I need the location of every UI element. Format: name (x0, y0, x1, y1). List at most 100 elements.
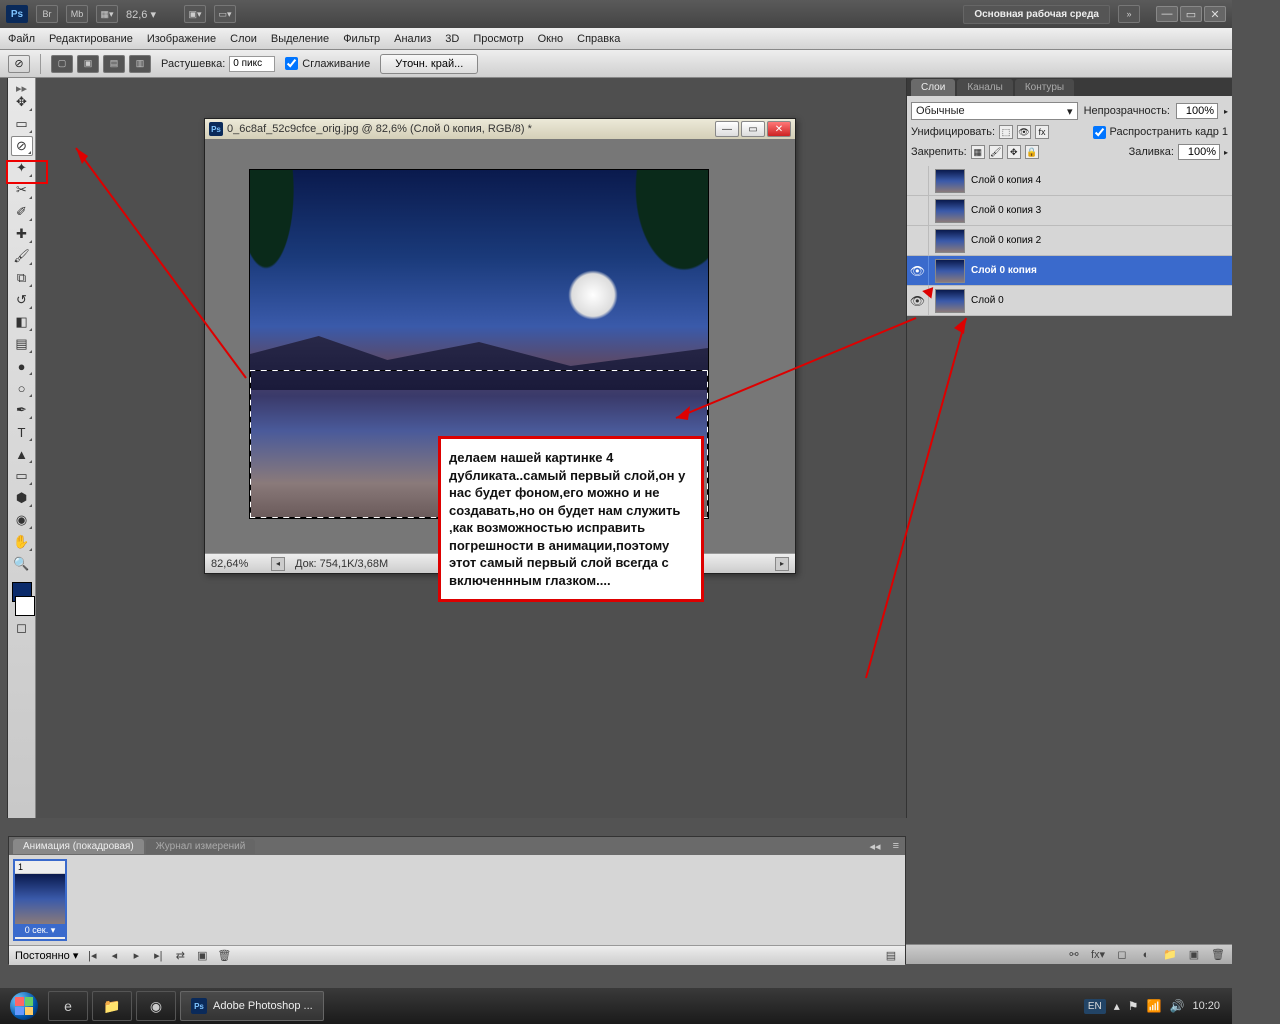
menu-view[interactable]: Просмотр (473, 33, 523, 45)
prev-frame-button[interactable]: ◂ (106, 949, 122, 963)
delete-frame-button[interactable]: 🗑 (216, 949, 232, 963)
layer-visibility-toggle[interactable] (907, 226, 929, 255)
taskbar-app-photoshop[interactable]: Ps Adobe Photoshop ... (180, 991, 324, 1021)
selection-add-button[interactable]: ▣ (77, 55, 99, 73)
selection-new-button[interactable]: ▢ (51, 55, 73, 73)
first-frame-button[interactable]: |◂ (84, 949, 100, 963)
layer-style-icon[interactable]: fx▾ (1090, 948, 1106, 962)
menu-layer[interactable]: Слои (230, 33, 257, 45)
background-color[interactable] (15, 596, 35, 616)
tab-layers[interactable]: Слои (911, 79, 955, 96)
arrange-documents-button[interactable]: ▣▾ (184, 5, 206, 23)
menu-select[interactable]: Выделение (271, 33, 329, 45)
blur-tool[interactable]: ● (11, 356, 33, 376)
type-tool[interactable]: T (11, 422, 33, 442)
propagate-checkbox[interactable] (1093, 126, 1106, 139)
taskbar-ie-icon[interactable]: e (48, 991, 88, 1021)
menu-window[interactable]: Окно (538, 33, 564, 45)
selection-intersect-button[interactable]: ▥ (129, 55, 151, 73)
tab-paths[interactable]: Контуры (1015, 79, 1074, 96)
active-tool-icon[interactable]: ⊘ (8, 55, 30, 73)
3d-camera-tool[interactable]: ◉ (11, 510, 33, 530)
blend-mode-select[interactable]: Обычные▾ (911, 102, 1078, 120)
eraser-tool[interactable]: ◧ (11, 312, 33, 332)
path-select-tool[interactable]: ▲ (11, 444, 33, 464)
tab-channels[interactable]: Каналы (957, 79, 1013, 96)
layer-name[interactable]: Слой 0 копия 2 (971, 235, 1041, 246)
antialias-checkbox[interactable] (285, 57, 298, 70)
doc-minimize-button[interactable]: — (715, 121, 739, 137)
animation-frame[interactable]: 1 0 сек. ▾ (13, 859, 67, 941)
layer-group-icon[interactable]: 📁 (1162, 948, 1178, 962)
tray-clock[interactable]: 10:20 (1192, 1000, 1220, 1012)
lock-transparency-icon[interactable]: ▦ (971, 145, 985, 159)
layer-mask-icon[interactable]: ◻ (1114, 948, 1130, 962)
convert-timeline-button[interactable]: ▤ (883, 949, 899, 963)
unify-visibility-icon[interactable]: 👁 (1017, 125, 1031, 139)
lasso-tool[interactable]: ⊘ (11, 136, 33, 156)
fill-input[interactable] (1178, 144, 1220, 160)
scroll-left-icon[interactable]: ◂ (271, 557, 285, 571)
view-extras-button[interactable]: ▦▾ (96, 5, 118, 23)
stamp-tool[interactable]: ⧉ (11, 268, 33, 288)
minimize-button[interactable]: — (1156, 6, 1178, 22)
brush-tool[interactable]: 🖌 (11, 246, 33, 266)
layer-name[interactable]: Слой 0 копия 3 (971, 205, 1041, 216)
lock-all-icon[interactable]: 🔒 (1025, 145, 1039, 159)
bridge-button[interactable]: Br (36, 5, 58, 23)
layer-row[interactable]: Слой 0 копия 3 (907, 196, 1232, 226)
taskbar-chrome-icon[interactable]: ◉ (136, 991, 176, 1021)
menu-file[interactable]: Файл (8, 33, 35, 45)
healing-tool[interactable]: ✚ (11, 224, 33, 244)
next-frame-button[interactable]: ▸| (150, 949, 166, 963)
menu-3d[interactable]: 3D (445, 33, 459, 45)
minibridge-button[interactable]: Mb (66, 5, 88, 23)
delete-layer-icon[interactable]: 🗑 (1210, 948, 1226, 962)
menu-image[interactable]: Изображение (147, 33, 216, 45)
3d-tool[interactable]: ⬢ (11, 488, 33, 508)
maximize-button[interactable]: ▭ (1180, 6, 1202, 22)
gradient-tool[interactable]: ▤ (11, 334, 33, 354)
shape-tool[interactable]: ▭ (11, 466, 33, 486)
tab-animation[interactable]: Анимация (покадровая) (13, 839, 144, 854)
marquee-tool[interactable]: ▭ (11, 114, 33, 134)
status-zoom[interactable]: 82,64% (211, 558, 261, 570)
new-layer-icon[interactable]: ▣ (1186, 948, 1202, 962)
panel-collapse-icon[interactable]: ◂◂ (864, 840, 887, 853)
language-indicator[interactable]: EN (1084, 999, 1106, 1014)
start-button[interactable] (4, 990, 44, 1022)
layer-thumbnail[interactable] (935, 199, 965, 223)
feather-input[interactable] (229, 56, 275, 72)
duplicate-frame-button[interactable]: ▣ (194, 949, 210, 963)
layer-thumbnail[interactable] (935, 229, 965, 253)
workspace-expand-button[interactable]: » (1118, 5, 1140, 23)
tray-flag-icon[interactable]: ⚑ (1128, 999, 1139, 1013)
pen-tool[interactable]: ✒ (11, 400, 33, 420)
dodge-tool[interactable]: ○ (11, 378, 33, 398)
layer-visibility-toggle[interactable] (907, 196, 929, 225)
close-button[interactable]: ✕ (1204, 6, 1226, 22)
unify-position-icon[interactable]: ⬚ (999, 125, 1013, 139)
lock-position-icon[interactable]: ✥ (1007, 145, 1021, 159)
layer-visibility-toggle[interactable] (907, 166, 929, 195)
unify-style-icon[interactable]: fx (1035, 125, 1049, 139)
link-layers-icon[interactable]: ⚯ (1066, 948, 1082, 962)
menu-help[interactable]: Справка (577, 33, 620, 45)
history-brush-tool[interactable]: ↺ (11, 290, 33, 310)
layer-visibility-toggle[interactable]: 👁 (907, 256, 929, 285)
move-tool[interactable]: ✥ (11, 92, 33, 112)
tween-button[interactable]: ⇄ (172, 949, 188, 963)
selection-subtract-button[interactable]: ▤ (103, 55, 125, 73)
tray-volume-icon[interactable]: 🔊 (1170, 999, 1185, 1013)
layer-row[interactable]: Слой 0 копия 4 (907, 166, 1232, 196)
menu-filter[interactable]: Фильтр (343, 33, 380, 45)
eyedropper-tool[interactable]: ✐ (11, 202, 33, 222)
screen-mode-button[interactable]: ▭▾ (214, 5, 236, 23)
opacity-input[interactable] (1176, 103, 1218, 119)
doc-close-button[interactable]: ✕ (767, 121, 791, 137)
layer-thumbnail[interactable] (935, 169, 965, 193)
layer-row[interactable]: 👁 Слой 0 копия (907, 256, 1232, 286)
menu-edit[interactable]: Редактирование (49, 33, 133, 45)
hand-tool[interactable]: ✋ (11, 532, 33, 552)
lock-pixels-icon[interactable]: 🖌 (989, 145, 1003, 159)
